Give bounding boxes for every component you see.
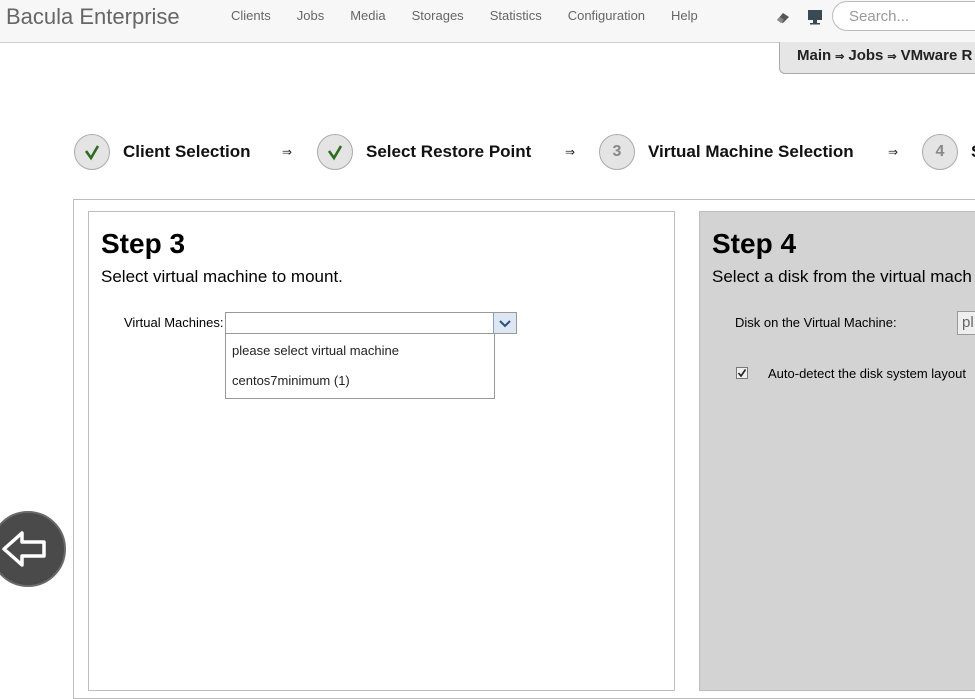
breadcrumb-jobs[interactable]: Jobs (848, 47, 883, 64)
wizard-step-label: S (971, 142, 975, 162)
nav-media[interactable]: Media (337, 0, 398, 42)
step4-panel: Step 4 Select a disk from the virtual ma… (699, 211, 975, 691)
breadcrumb-separator: ⇒ (835, 51, 845, 63)
wizard-step-label: Virtual Machine Selection (648, 142, 854, 161)
virtual-machines-label: Virtual Machines: (124, 315, 224, 330)
step3-panel: Step 3 Select virtual machine to mount. … (88, 211, 675, 691)
breadcrumb-main[interactable]: Main (797, 47, 831, 64)
nav-configuration[interactable]: Configuration (555, 0, 658, 42)
autodetect-checkbox[interactable] (736, 367, 748, 379)
monitor-icon[interactable] (807, 9, 823, 25)
wizard-step-select-restore-point[interactable]: Select Restore Point (317, 134, 531, 170)
checkmark-icon (737, 369, 747, 378)
main-nav: Clients Jobs Media Storages Statistics C… (218, 0, 711, 42)
breadcrumb-separator: ⇒ (887, 51, 897, 63)
nav-storages[interactable]: Storages (399, 0, 477, 42)
wizard-step-label: Select Restore Point (366, 142, 532, 161)
wizard-step-4[interactable]: 4 S (922, 134, 975, 170)
virtual-machines-dropdown: please select virtual machine centos7min… (225, 333, 495, 399)
search-input[interactable] (832, 1, 975, 31)
step3-title: Step 3 (101, 228, 186, 259)
disk-select[interactable]: pl (957, 311, 975, 335)
wizard-step-number: 3 (599, 134, 635, 170)
virtual-machines-combo[interactable] (225, 312, 517, 334)
disk-label: Disk on the Virtual Machine: (735, 315, 897, 330)
brand-logo[interactable]: Bacula Enterprise (6, 4, 180, 30)
wizard-arrow: ⇒ (888, 145, 899, 159)
breadcrumb-current: VMware R (900, 47, 973, 64)
check-icon (74, 134, 110, 170)
breadcrumb: Main ⇒ Jobs ⇒ VMware R (779, 42, 975, 74)
wizard-arrow: ⇒ (565, 145, 576, 159)
wizard-arrow: ⇒ (282, 145, 293, 159)
top-navbar: Bacula Enterprise Clients Jobs Media Sto… (0, 0, 975, 43)
wizard-step-virtual-machine-selection[interactable]: 3 Virtual Machine Selection (599, 134, 854, 170)
dropdown-option[interactable]: centos7minimum (1) (232, 373, 350, 388)
nav-jobs[interactable]: Jobs (284, 0, 337, 42)
combo-dropdown-button[interactable] (493, 313, 516, 333)
step3-subtitle: Select virtual machine to mount. (101, 267, 343, 286)
step4-title: Step 4 (712, 228, 797, 259)
step4-subtitle: Select a disk from the virtual mach (712, 267, 972, 286)
nav-statistics[interactable]: Statistics (477, 0, 555, 42)
back-button[interactable] (0, 511, 66, 587)
nav-clients[interactable]: Clients (218, 0, 284, 42)
dropdown-option[interactable]: please select virtual machine (232, 343, 399, 358)
check-icon (317, 134, 353, 170)
nav-help[interactable]: Help (658, 0, 711, 42)
wizard-step-label: Client Selection (123, 142, 251, 161)
eraser-icon[interactable] (775, 9, 791, 25)
wizard-step-client-selection[interactable]: Client Selection (74, 134, 251, 170)
arrow-left-icon (2, 531, 46, 567)
wizard-step-number: 4 (922, 134, 958, 170)
chevron-down-icon (499, 320, 511, 328)
autodetect-label: Auto-detect the disk system layout (768, 366, 966, 381)
